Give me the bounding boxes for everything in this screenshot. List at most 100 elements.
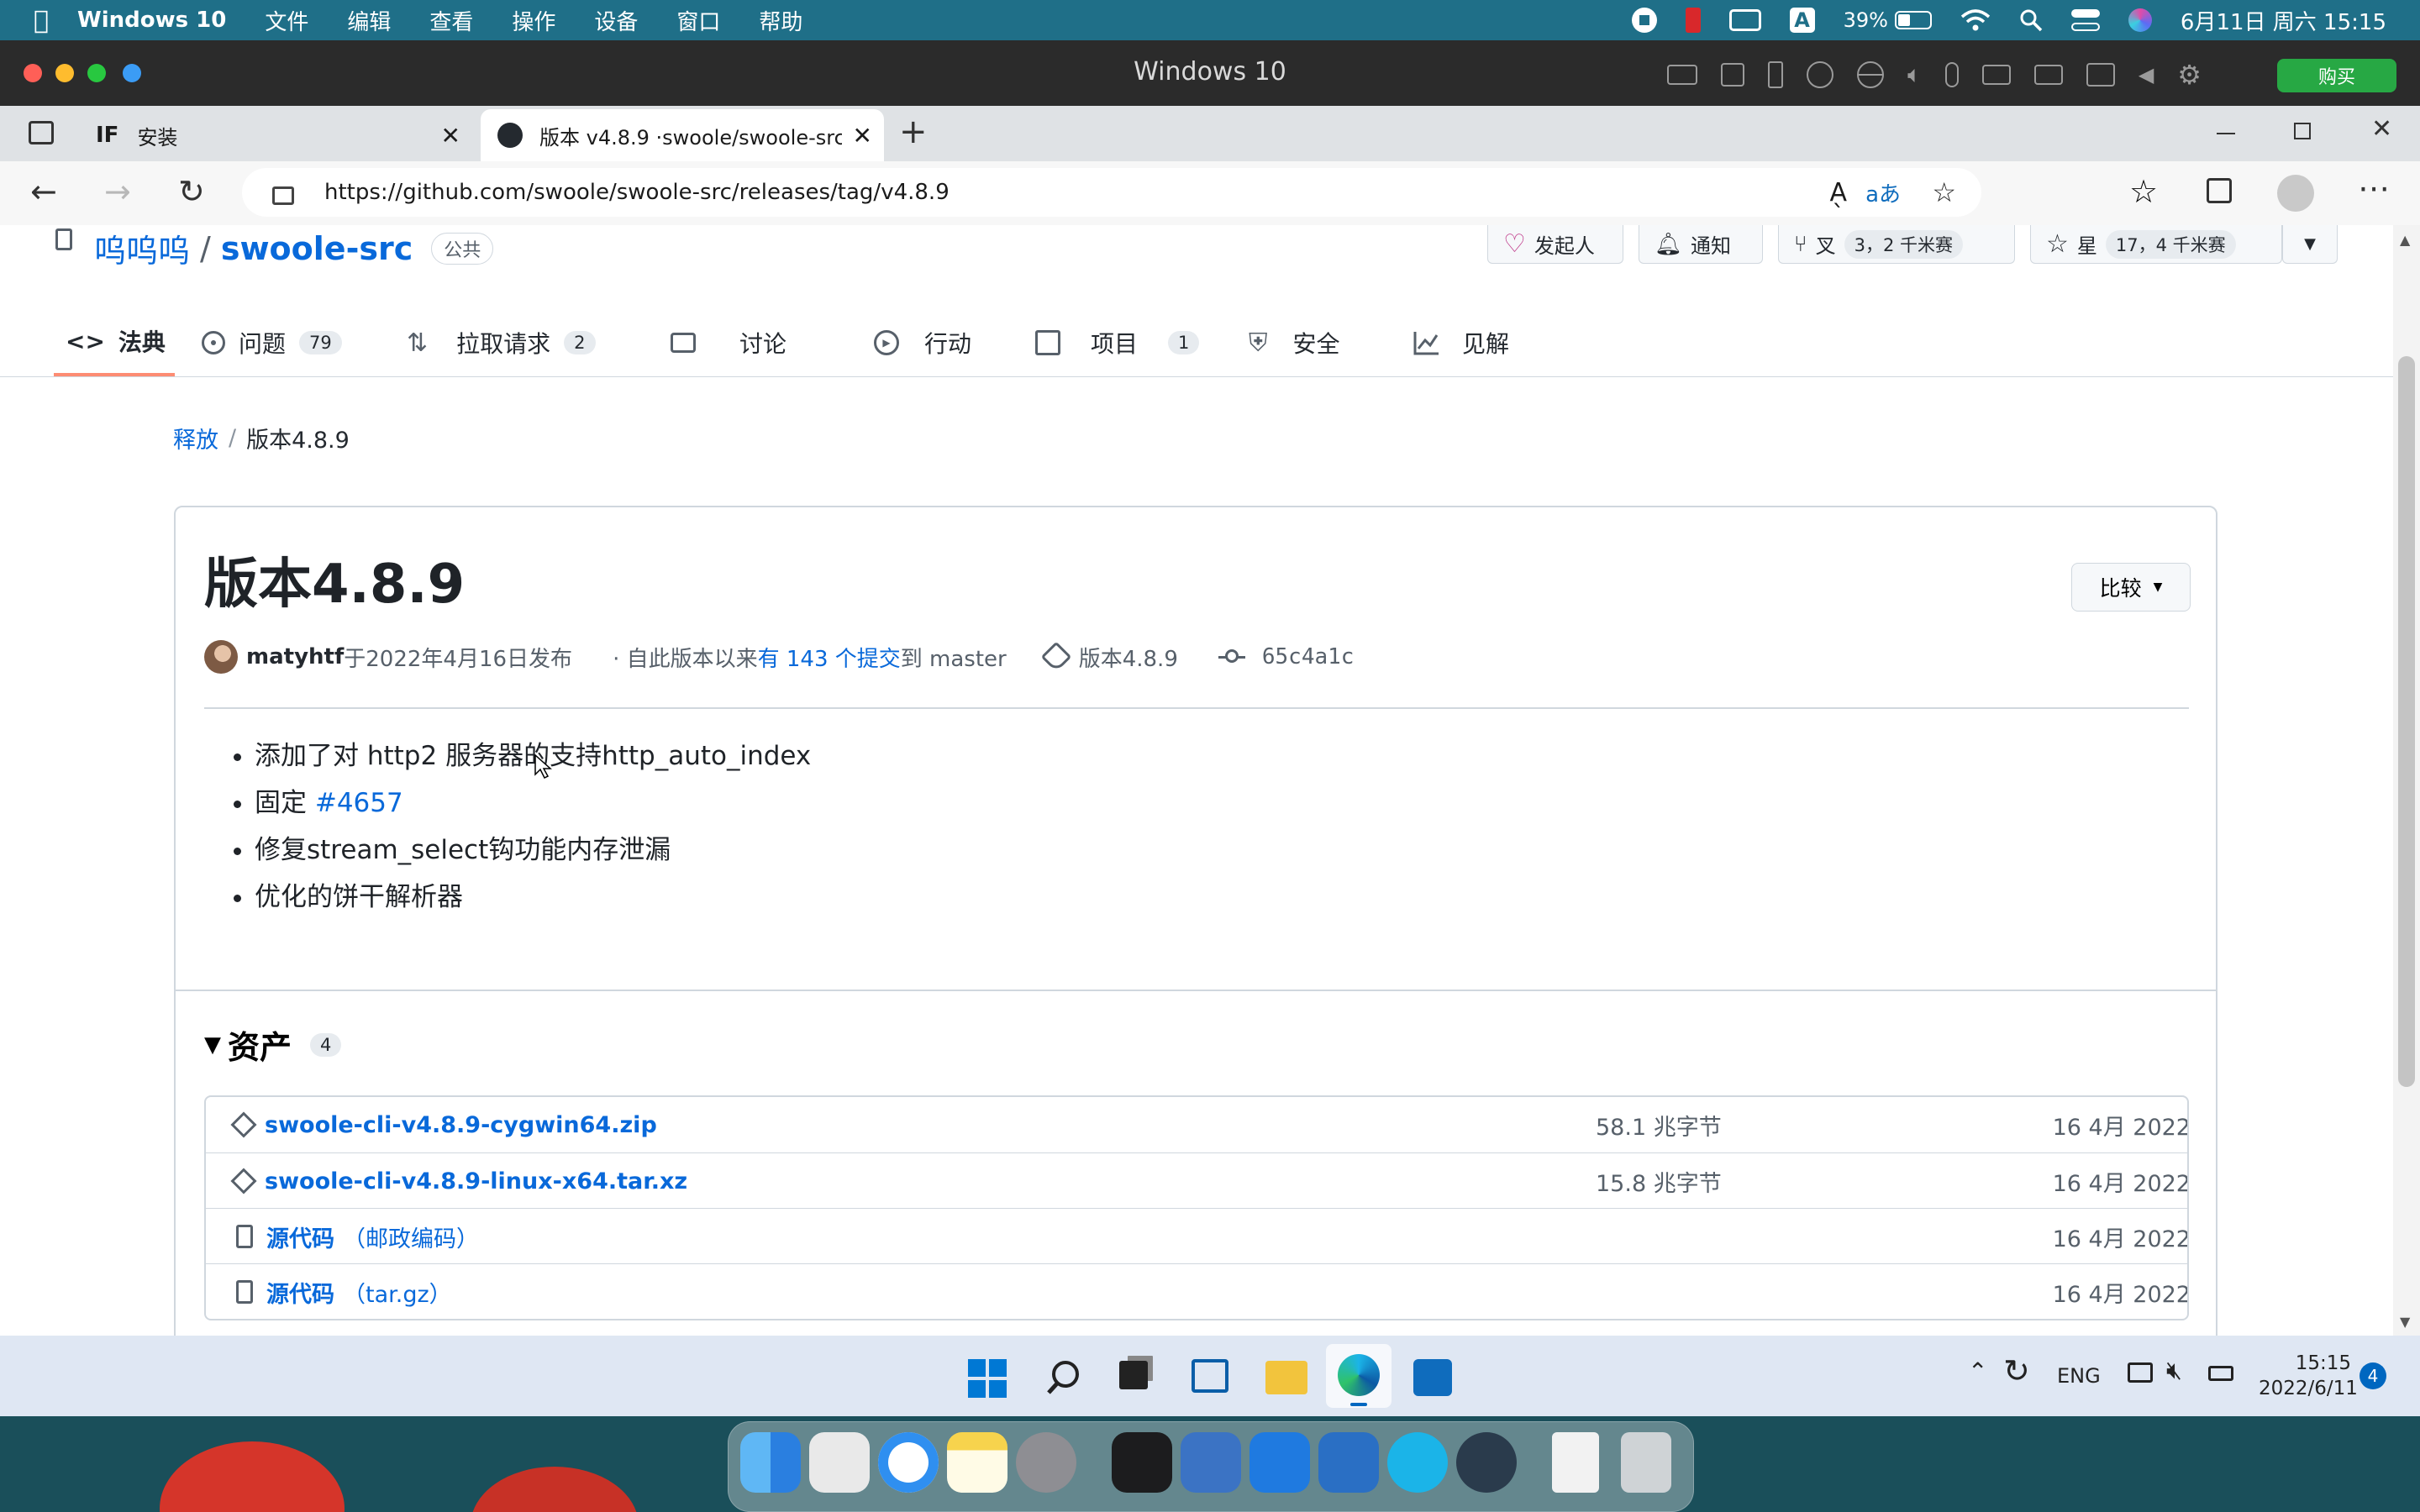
favorites-icon[interactable]: ☆ (2129, 173, 2158, 210)
close-tab-icon[interactable]: ✕ (441, 122, 460, 150)
asset-name-link[interactable]: swoole-cli-v4.8.9-linux-x64.tar.xz (265, 1168, 687, 1194)
parallels-control-center-icon[interactable] (1181, 1432, 1241, 1493)
tab-security[interactable]: ⛨ 安全 (1249, 309, 1340, 376)
buy-button[interactable]: 购买 (2277, 59, 2396, 92)
input-source-icon[interactable]: A (1789, 8, 1815, 33)
tab-actions[interactable]: ▶ 行动 (874, 309, 971, 376)
tag-name[interactable]: 版本4.8.9 (1079, 642, 1178, 673)
tab-install[interactable]: IF 安装 ✕ (81, 109, 472, 161)
menu-actions[interactable]: 操作 (512, 5, 555, 36)
commit-sha[interactable]: 65c4a1c (1262, 644, 1355, 669)
scrollbar-thumb[interactable] (2398, 356, 2415, 1087)
asset-row[interactable]: 源代码 （tar.gz） 16 4月 2022 (206, 1263, 2187, 1319)
zip-file-icon[interactable] (1552, 1432, 1599, 1493)
trash-icon[interactable] (1621, 1432, 1671, 1493)
star-button[interactable]: ☆ 星 17，4 千米赛 (2030, 225, 2282, 264)
edge-app-icon[interactable] (1387, 1432, 1448, 1493)
taskbar-clock[interactable]: 15:15 2022/6/11 (2259, 1351, 2358, 1401)
notification-badge[interactable]: 4 (2360, 1362, 2386, 1389)
menu-view[interactable]: 查看 (429, 5, 473, 36)
lock-icon[interactable] (272, 186, 294, 205)
tab-projects[interactable]: 项目 1 (1035, 309, 1200, 376)
parallels-icon[interactable] (1685, 8, 1701, 33)
address-bar[interactable]: https://github.com/swoole/swoole-src/rel… (242, 168, 1981, 217)
menu-help[interactable]: 帮助 (759, 5, 802, 36)
quicktime-icon[interactable] (1456, 1432, 1517, 1493)
wifi-icon[interactable] (1960, 8, 1991, 32)
show-hidden-icons[interactable]: ⌃ (1968, 1357, 1987, 1385)
read-aloud-icon[interactable]: A̖ (1829, 178, 1847, 207)
notifications-button[interactable]: 🔔︎ 通知 (1639, 225, 1763, 264)
gear-icon[interactable]: ⚙ (2177, 59, 2202, 91)
scroll-down-icon[interactable]: ▼ (2400, 1314, 2410, 1330)
windows-start-icon[interactable] (968, 1359, 1007, 1398)
launchpad-icon[interactable] (809, 1432, 870, 1493)
tab-insights[interactable]: 见解 (1413, 309, 1509, 376)
system-preferences-icon[interactable] (1016, 1432, 1076, 1493)
task-view-icon[interactable] (1119, 1361, 1148, 1389)
battery-icon[interactable] (2208, 1366, 2233, 1381)
tab-issues[interactable]: 问题 79 (202, 309, 342, 376)
window-close-icon[interactable]: ✕ (2371, 114, 2392, 144)
battery-icon[interactable] (1894, 11, 1932, 29)
new-tab-icon[interactable]: + (899, 113, 928, 151)
display-icon[interactable] (1728, 9, 1761, 31)
asset-name-link[interactable]: 源代码 (266, 1221, 334, 1253)
cpu-icon[interactable] (1721, 63, 1744, 87)
tab-release[interactable]: 版本 v4.8.9 ·swoole/swoole-src ·G ✕ (481, 109, 884, 161)
control-center-icon[interactable] (2070, 9, 2100, 31)
commits-since-link[interactable]: 有 143 个提交 (758, 642, 901, 673)
spotlight-icon[interactable] (2019, 8, 2043, 32)
back-arrow-icon[interactable]: ◀ (2139, 63, 2154, 87)
file-explorer-icon[interactable] (1265, 1361, 1307, 1394)
safari-icon[interactable] (878, 1432, 939, 1493)
repo-name-link[interactable]: swoole-src (221, 230, 413, 267)
url-text[interactable]: https://github.com/swoole/swoole-src/rel… (324, 180, 950, 205)
menubar-app-name[interactable]: Windows 10 (77, 8, 226, 33)
compare-button[interactable]: 比较 ▼ (2071, 563, 2191, 612)
tab-code[interactable]: <> 法典 (54, 309, 175, 376)
parallels-app-icon[interactable] (1318, 1432, 1379, 1493)
back-icon[interactable]: ← (30, 173, 57, 210)
stop-icon[interactable] (1631, 8, 1657, 33)
asset-extra[interactable]: （tar.gz） (343, 1276, 452, 1309)
scroll-up-icon[interactable]: ▲ (2400, 232, 2410, 248)
translate-icon[interactable]: aあ (1865, 177, 1901, 208)
menu-window[interactable]: 窗口 (676, 5, 720, 36)
store-icon[interactable] (1413, 1359, 1452, 1396)
input-language[interactable]: ENG (2057, 1364, 2101, 1388)
sponsor-button[interactable]: ♡ 发起人 (1487, 225, 1623, 264)
edge-taskbar-icon[interactable] (1326, 1344, 1392, 1408)
sync-icon[interactable]: ↻ (2003, 1352, 2030, 1389)
fork-button[interactable]: ⑂ 叉 3，2 千米赛 (1778, 225, 2015, 264)
apple-icon[interactable]:  (34, 6, 49, 35)
issue-link[interactable]: #4657 (315, 788, 403, 818)
windows-app-icon[interactable] (1249, 1432, 1310, 1493)
window-restore-icon[interactable] (2294, 123, 2311, 139)
menu-devices[interactable]: 设备 (594, 5, 638, 36)
tab-discussions[interactable]: 讨论 (671, 309, 786, 376)
tab-actions-icon[interactable] (29, 121, 54, 144)
usb-icon[interactable] (1768, 61, 1783, 88)
tab-pull-requests[interactable]: ⇅ 拉取请求 2 (407, 309, 596, 376)
asset-row[interactable]: 源代码 （邮政编码） 16 4月 2022 (206, 1208, 2187, 1264)
drive-icon[interactable] (1981, 65, 2011, 85)
repo-owner-link[interactable]: 呜呜呜 (94, 225, 190, 271)
microphone-icon[interactable] (1944, 62, 1959, 87)
video-icon[interactable] (2033, 65, 2063, 85)
siri-icon[interactable] (2128, 8, 2152, 32)
window-minimize-icon[interactable] (2217, 133, 2235, 134)
asset-extra[interactable]: （邮政编码） (343, 1221, 479, 1253)
page-scrollbar[interactable]: ▲ ▼ (2393, 225, 2420, 1336)
activity-monitor-icon[interactable] (1112, 1432, 1172, 1493)
camera-off-icon[interactable] (1807, 61, 1833, 88)
asset-row[interactable]: swoole-cli-v4.8.9-linux-x64.tar.xz 15.8 … (206, 1152, 2187, 1209)
breadcrumb-releases-link[interactable]: 释放 (173, 422, 218, 454)
close-tab-icon[interactable]: ✕ (853, 122, 872, 150)
menu-file[interactable]: 文件 (265, 5, 308, 36)
notes-icon[interactable] (947, 1432, 1007, 1493)
widgets-icon[interactable] (1192, 1359, 1228, 1393)
star-dropdown-button[interactable]: ▼ (2282, 225, 2338, 264)
finder-icon[interactable] (740, 1432, 801, 1493)
speaker-icon[interactable]: 🔈︎ (1907, 60, 1922, 89)
